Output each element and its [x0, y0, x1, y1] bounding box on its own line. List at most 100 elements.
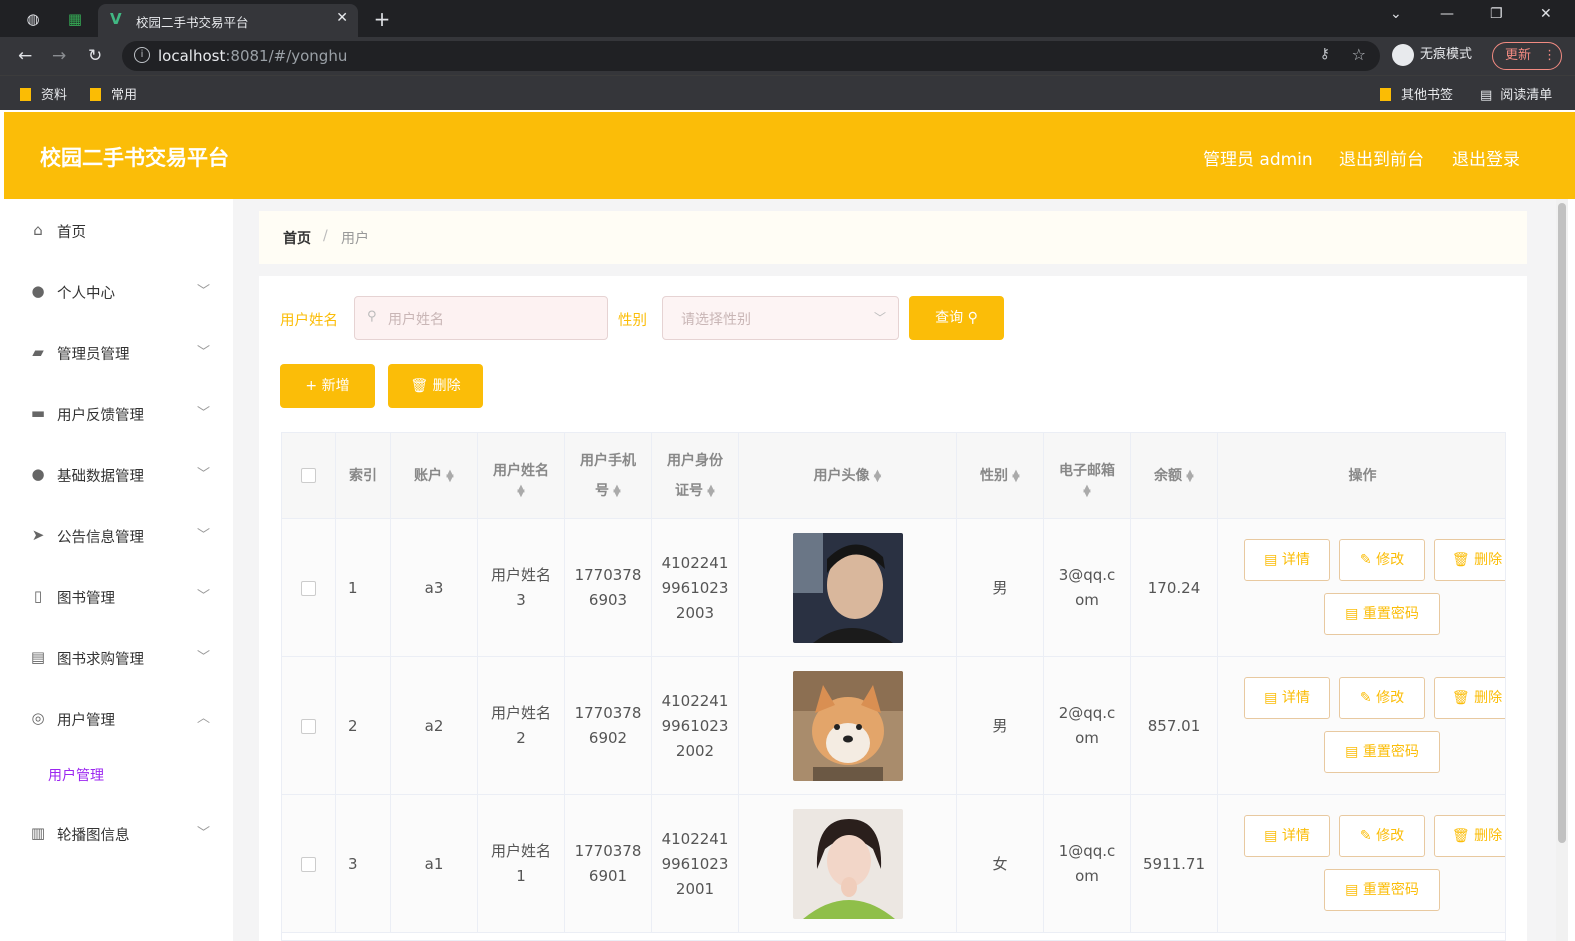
sidebar-item-feedback[interactable]: ▬ 用户反馈管理 ﹀	[4, 394, 233, 434]
key-icon[interactable]: ⚷	[1320, 46, 1330, 62]
bookmark-folder-1[interactable]: 资料	[20, 84, 67, 103]
cell-avatar	[739, 657, 957, 795]
gender-select[interactable]: 请选择性别 ﹀	[662, 296, 899, 340]
sidebar-item-book-requests[interactable]: ▤ 图书求购管理 ﹀	[4, 638, 233, 678]
tab-active[interactable]: V 校园二手书交易平台 ✕	[98, 4, 358, 37]
scrollbar-thumb[interactable]	[1558, 203, 1566, 843]
detail-button[interactable]: ▤ 详情	[1244, 677, 1330, 719]
avatar[interactable]	[792, 809, 903, 919]
globe-icon[interactable]: ◍	[22, 8, 44, 30]
restore-icon[interactable]: ❐	[1490, 6, 1503, 22]
header-select-all	[282, 433, 336, 519]
edit-button[interactable]: ✎ 修改	[1339, 677, 1425, 719]
row-checkbox[interactable]	[301, 718, 316, 734]
page-scrollbar[interactable]	[1556, 199, 1568, 941]
chevron-down-icon: ﹀	[197, 467, 211, 482]
sidebar-item-profile[interactable]: ● 个人中心 ﹀	[4, 272, 233, 312]
sort-icon[interactable]: ▲ ▼	[517, 483, 525, 498]
reset-label: 重置密码	[1362, 606, 1419, 622]
header-phone[interactable]: 用户手机号 ▲ ▼	[565, 433, 652, 519]
header-email[interactable]: 电子邮箱 ▲ ▼	[1044, 433, 1131, 519]
reset-password-button[interactable]: ▤ 重置密码	[1324, 593, 1440, 635]
vue-icon: V	[110, 10, 122, 28]
sheet-tab-icon[interactable]: ▦	[64, 8, 86, 30]
cell-idcard-line: 4102241	[661, 553, 729, 572]
exit-front-link[interactable]: 退出到前台	[1339, 145, 1424, 170]
row-checkbox[interactable]	[301, 580, 316, 596]
detail-label: 详情	[1281, 552, 1310, 568]
delete-button[interactable]: 🗑 删除	[1434, 815, 1505, 857]
breadcrumb-home[interactable]: 首页	[283, 228, 311, 248]
delete-label: 删除	[432, 378, 461, 394]
header-balance[interactable]: 余额 ▲ ▼	[1131, 433, 1218, 519]
app-header: 校园二手书交易平台 管理员 admin 退出到前台 退出登录	[4, 112, 1575, 199]
sidebar-item-label: 基础数据管理	[57, 469, 144, 485]
logout-link[interactable]: 退出登录	[1452, 145, 1520, 170]
other-bookmarks-label: 其他书签	[1401, 88, 1454, 103]
row-checkbox[interactable]	[301, 856, 316, 872]
sort-icon[interactable]: ▲ ▼	[1186, 468, 1194, 483]
sidebar-item-home[interactable]: ⌂ 首页	[4, 211, 233, 251]
sidebar: ⌂ 首页 ● 个人中心 ﹀ ▰ 管理员管理 ﹀ ▬ 用户反馈管理 ﹀ ● 基础数…	[4, 199, 233, 941]
sort-icon[interactable]: ▲ ▼	[874, 468, 882, 483]
sort-icon[interactable]: ▲ ▼	[446, 468, 454, 483]
back-icon[interactable]: ←	[18, 46, 32, 66]
reset-password-button[interactable]: ▤ 重置密码	[1324, 731, 1440, 773]
sidebar-item-carousel[interactable]: ▥ 轮播图信息 ﹀	[4, 814, 233, 854]
header-gender[interactable]: 性别 ▲ ▼	[957, 433, 1044, 519]
edit-button[interactable]: ✎ 修改	[1339, 815, 1425, 857]
url-input[interactable]: i localhost:8081/#/yonghu ⚷ ☆	[122, 41, 1380, 71]
reload-icon[interactable]: ↻	[88, 46, 102, 66]
sort-icon[interactable]: ▲ ▼	[1012, 468, 1020, 483]
sidebar-item-users[interactable]: ◎ 用户管理 ︿	[4, 699, 233, 739]
tab-close-icon[interactable]: ✕	[336, 10, 348, 26]
star-icon[interactable]: ☆	[1352, 45, 1366, 64]
header-account[interactable]: 账户 ▲ ▼	[391, 433, 478, 519]
add-button[interactable]: + 新增	[280, 364, 375, 408]
bookmark-folder-2[interactable]: 常用	[90, 84, 137, 103]
sort-icon[interactable]: ▲ ▼	[707, 483, 715, 498]
query-button[interactable]: 查询 ⚲	[909, 296, 1004, 340]
chevron-down-icon: ﹀	[197, 406, 211, 421]
header-avatar[interactable]: 用户头像 ▲ ▼	[739, 433, 957, 519]
name-search-input[interactable]: ⚲ 用户姓名	[354, 296, 608, 340]
forward-icon[interactable]: →	[52, 46, 66, 66]
info-icon[interactable]: i	[134, 47, 150, 63]
breadcrumb-separator: /	[323, 228, 328, 244]
header-idcard[interactable]: 用户身份 证号 ▲ ▼	[652, 433, 739, 519]
tab-search-icon[interactable]: ⌄	[1390, 6, 1402, 22]
sidebar-item-notice[interactable]: ➤ 公告信息管理 ﹀	[4, 516, 233, 556]
reading-list-icon: ▤	[1480, 88, 1493, 103]
incognito-indicator[interactable]: 无痕模式	[1392, 43, 1472, 66]
sort-icon[interactable]: ▲ ▼	[1083, 483, 1091, 498]
header-name[interactable]: 用户姓名 ▲ ▼	[478, 433, 565, 519]
cell-name: 用户姓名 1	[478, 795, 565, 933]
clipboard-icon: ▤	[30, 648, 46, 666]
close-window-icon[interactable]: ✕	[1540, 6, 1552, 22]
delete-button[interactable]: 🗑 删除	[1434, 539, 1505, 581]
minimize-icon[interactable]: —	[1440, 6, 1454, 22]
header-idcard-label-2: 证号	[675, 482, 703, 499]
delete-button[interactable]: 🗑 删除	[1434, 677, 1505, 719]
other-bookmarks[interactable]: 其他书签	[1380, 84, 1453, 103]
url-path: :8081/#/yonghu	[225, 47, 348, 65]
sidebar-subitem-users[interactable]: 用户管理	[48, 765, 104, 785]
sidebar-item-basic-data[interactable]: ● 基础数据管理 ﹀	[4, 455, 233, 495]
sidebar-item-books[interactable]: ▯ 图书管理 ﹀	[4, 577, 233, 617]
cell-name-line: 2	[516, 729, 526, 747]
avatar[interactable]	[792, 533, 903, 643]
trash-icon: 🗑	[1451, 690, 1470, 706]
detail-button[interactable]: ▤ 详情	[1244, 539, 1330, 581]
avatar[interactable]	[792, 671, 903, 781]
sort-icon[interactable]: ▲ ▼	[613, 483, 621, 498]
detail-button[interactable]: ▤ 详情	[1244, 815, 1330, 857]
new-tab-icon[interactable]: +	[371, 8, 393, 30]
reading-list[interactable]: ▤ 阅读清单	[1480, 84, 1552, 103]
edit-button[interactable]: ✎ 修改	[1339, 539, 1425, 581]
update-button[interactable]: 更新 ⋮	[1492, 42, 1562, 70]
cell-ops: ▤ 详情 ✎ 修改 🗑 删除 ▤ 重置密码	[1218, 795, 1505, 933]
select-all-checkbox[interactable]	[301, 468, 316, 483]
sidebar-item-admin[interactable]: ▰ 管理员管理 ﹀	[4, 333, 233, 373]
batch-delete-button[interactable]: 🗑 删除	[388, 364, 483, 408]
reset-password-button[interactable]: ▤ 重置密码	[1324, 869, 1440, 911]
